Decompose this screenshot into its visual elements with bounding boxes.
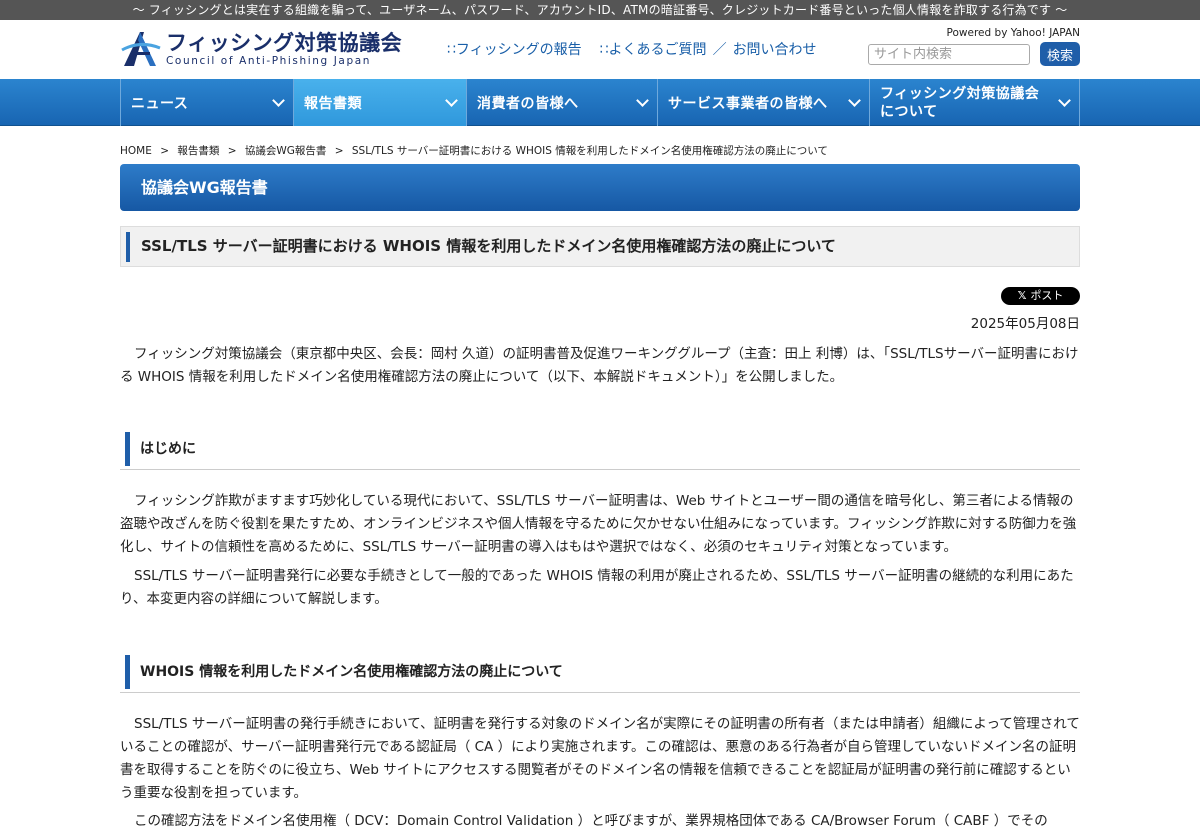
nav-news[interactable]: ニュース <box>120 79 293 126</box>
breadcrumb-separator: > <box>160 145 170 157</box>
site-header: フィッシング対策協議会 Council of Anti-Phishing Jap… <box>0 20 1200 79</box>
paragraph-4: この確認方法をドメイン名使用権（ DCV：Domain Control Vali… <box>134 813 1048 829</box>
nav-businesses-label: サービス事業者の皆様へ <box>668 95 828 112</box>
site-search: 検索 <box>868 42 1080 66</box>
nav-reports-label: 報告書類 <box>304 95 362 112</box>
breadcrumb-wg-reports[interactable]: 協議会WG報告書 <box>245 145 327 157</box>
breadcrumb-separator: > <box>227 145 237 157</box>
main-nav: ニュース 報告書類 消費者の皆様へ サービス事業者の皆様へ フィッシング対策協議… <box>0 79 1200 126</box>
nav-consumers-label: 消費者の皆様へ <box>477 95 579 112</box>
nav-businesses[interactable]: サービス事業者の皆様へ <box>657 79 869 126</box>
paragraph-1: フィッシング詐欺がますます巧妙化している現代において、SSL/TLS サーバー証… <box>120 493 1077 555</box>
chevron-down-icon <box>272 94 285 107</box>
nav-about[interactable]: フィッシング対策協議会 について <box>869 79 1080 126</box>
nav-about-label: フィッシング対策協議会 について <box>880 85 1039 121</box>
header-links: ∷フィッシングの報告 ∷よくあるご質問 ／ お問い合わせ <box>447 39 835 59</box>
powered-by-label: Powered by Yahoo! JAPAN <box>946 27 1080 39</box>
nav-reports[interactable]: 報告書類 <box>293 79 466 126</box>
nav-news-label: ニュース <box>131 95 189 112</box>
logo-title: フィッシング対策協議会 <box>166 30 403 55</box>
search-button[interactable]: 検索 <box>1040 42 1080 66</box>
nav-about-line1: フィッシング対策協議会 <box>880 85 1040 102</box>
publish-date: 2025年05月08日 <box>970 316 1080 332</box>
x-logo-icon: 𝕏 <box>1017 289 1027 302</box>
nav-about-line2: について <box>880 103 938 120</box>
top-announcement-bar: ～ フィッシングとは実在する組織を騙って、ユーザネーム、パスワード、アカウントI… <box>0 0 1200 20</box>
contact-link[interactable]: お問い合わせ <box>733 39 817 59</box>
intro-paragraph: フィッシング対策協議会（東京都中央区、会長：岡村 久道）の証明書普及促進ワーキン… <box>120 346 1079 385</box>
breadcrumb-home[interactable]: HOME <box>120 145 152 157</box>
article-title: SSL/TLS サーバー証明書における WHOIS 情報を利用したドメイン名使用… <box>120 226 1080 267</box>
chevron-down-icon <box>848 94 861 107</box>
report-link[interactable]: ∷フィッシングの報告 <box>447 39 582 59</box>
paragraph-2: SSL/TLS サーバー証明書発行に必要な手続きとして一般的であった WHOIS… <box>120 568 1074 607</box>
paragraph-3: SSL/TLS サーバー証明書の発行手続きにおいて、証明書を発行する対象のドメイ… <box>120 716 1080 801</box>
faq-link[interactable]: ∷よくあるご質問 <box>600 39 707 59</box>
chevron-down-icon <box>445 94 458 107</box>
section-title: 協議会WG報告書 <box>120 164 1080 211</box>
breadcrumb: HOME > 報告書類 > 協議会WG報告書 > SSL/TLS サーバー証明書… <box>120 143 833 158</box>
link-separator: ／ <box>712 42 727 58</box>
site-logo[interactable]: フィッシング対策協議会 Council of Anti-Phishing Jap… <box>120 28 402 70</box>
x-post-button[interactable]: 𝕏 ポスト <box>1001 287 1080 305</box>
search-input[interactable] <box>868 43 1030 65</box>
chevron-down-icon <box>1058 94 1071 107</box>
logo-subtitle: Council of Anti-Phishing Japan <box>166 54 372 67</box>
breadcrumb-separator: > <box>334 145 344 157</box>
nav-consumers[interactable]: 消費者の皆様へ <box>466 79 657 126</box>
breadcrumb-current: SSL/TLS サーバー証明書における WHOIS 情報を利用したドメイン名使用… <box>351 145 828 157</box>
logo-emblem-icon <box>120 28 162 70</box>
post-label: ポスト <box>1030 289 1064 302</box>
heading-introduction: はじめに <box>120 432 1080 470</box>
breadcrumb-reports[interactable]: 報告書類 <box>177 145 219 157</box>
heading-whois: WHOIS 情報を利用したドメイン名使用権確認方法の廃止について <box>120 655 1080 693</box>
chevron-down-icon <box>636 94 649 107</box>
